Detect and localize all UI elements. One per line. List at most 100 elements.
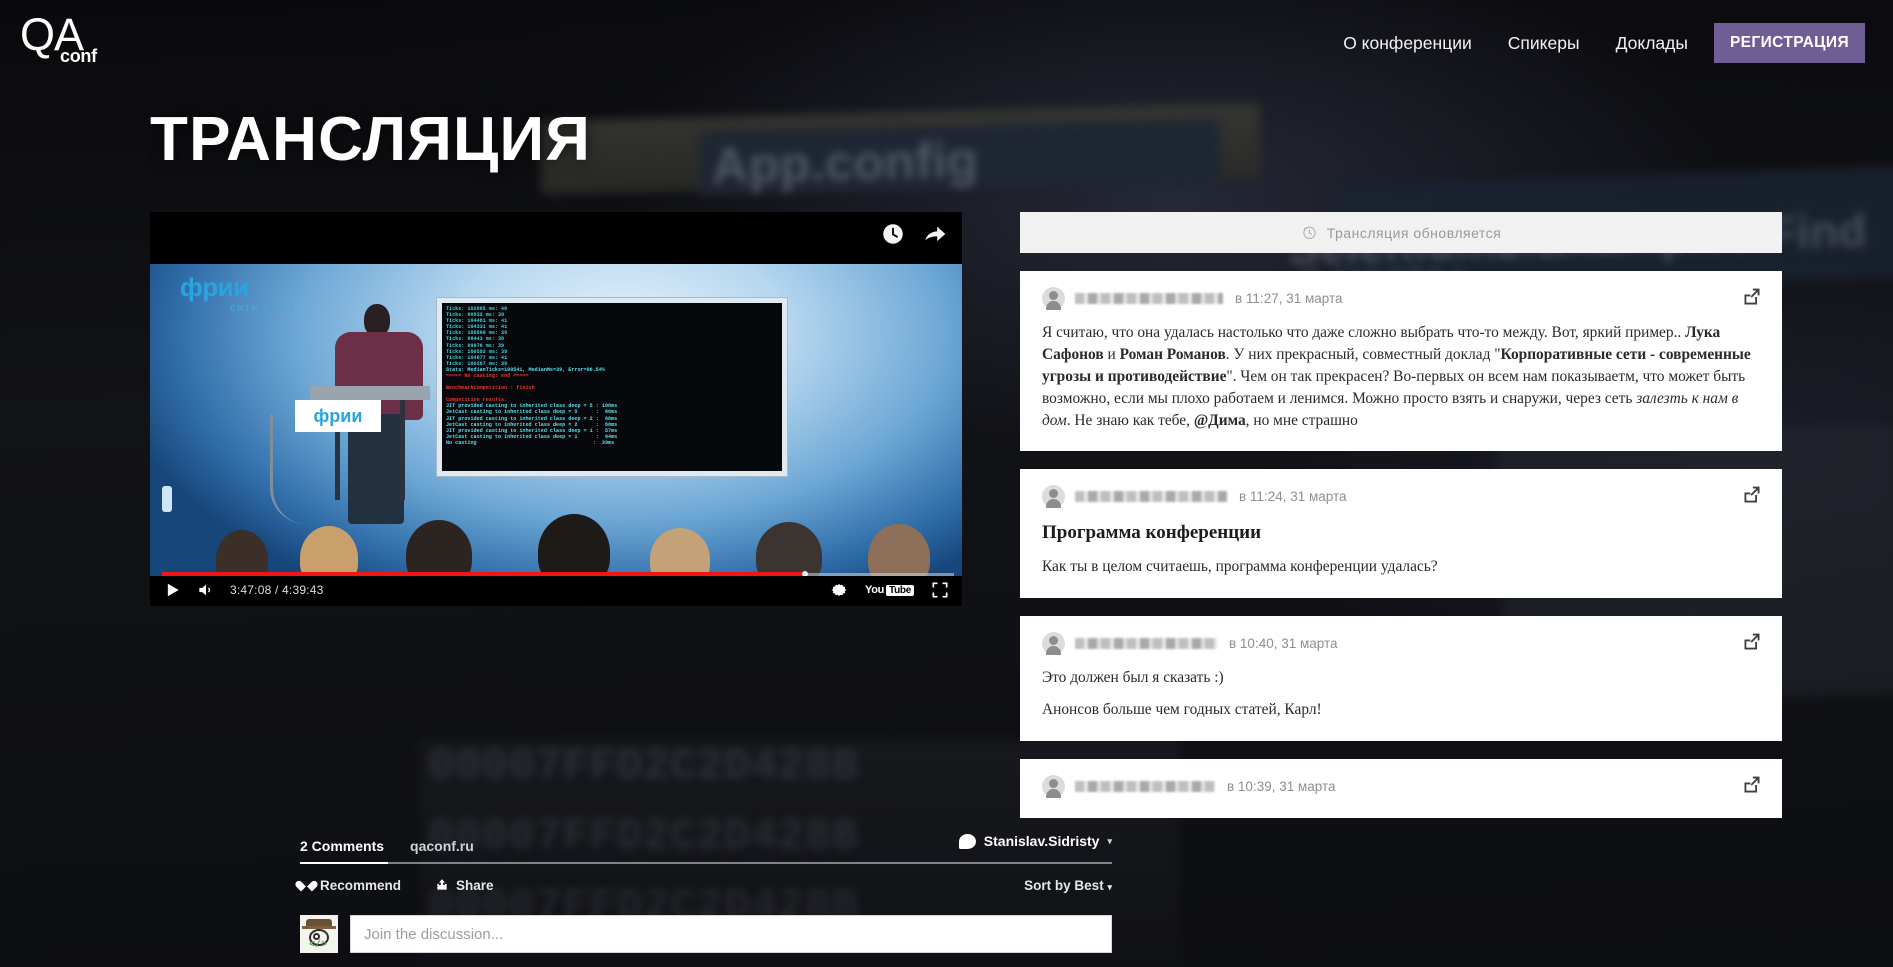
fullscreen-icon[interactable] xyxy=(930,580,950,600)
comment-compose-row: </> Join the discussion... xyxy=(300,915,1112,953)
audience xyxy=(150,498,962,576)
audience-head xyxy=(756,522,822,576)
feed-post: в 10:40, 31 марта Это должен был я сказат… xyxy=(1020,616,1782,741)
share-icon[interactable] xyxy=(1742,632,1762,652)
post-header: в 11:27, 31 марта xyxy=(1042,287,1760,310)
nav-item-speakers[interactable]: Спикеры xyxy=(1490,26,1598,61)
avatar xyxy=(1042,485,1065,509)
youtube-tube: Tube xyxy=(886,584,914,596)
feed-status-label: Трансляция обновляется xyxy=(1326,224,1502,241)
gear-icon[interactable] xyxy=(829,580,849,600)
audience-head xyxy=(216,530,268,576)
streaming-page: App.config Selenium2.Example5.Find s.vec… xyxy=(0,0,1893,967)
post-timestamp: в 10:39, 31 марта xyxy=(1227,779,1336,794)
podium-sign: фрии xyxy=(295,400,381,432)
audience-head xyxy=(406,520,472,576)
audience-head xyxy=(300,526,358,576)
podium-laptop xyxy=(310,386,430,400)
post-title: Программа конференции xyxy=(1042,522,1262,544)
author-name-redacted xyxy=(1075,781,1215,792)
share-icon[interactable] xyxy=(1742,287,1762,307)
post-timestamp: в 11:27, 31 марта xyxy=(1235,291,1343,306)
disqus-header: 2 Comments qaconf.ru Stanislav.Sidristy … xyxy=(300,830,1112,864)
recommend-label: Recommend xyxy=(320,877,402,893)
recommend-button[interactable]: Recommend xyxy=(300,878,401,893)
top-navigation-bar: QA conf О конференции Спикеры Доклады РЕ… xyxy=(0,0,1893,82)
disqus-action-row: Recommend Share Sort by Best ▾ xyxy=(300,867,1112,903)
sort-dropdown[interactable]: Sort by Best ▾ xyxy=(1024,878,1112,893)
user-bubble-icon xyxy=(958,833,976,849)
projected-screen: Ticks: 102885 ms: 40 Ticks: 98932 ms: 39… xyxy=(436,297,788,477)
clock-icon[interactable] xyxy=(880,221,906,247)
live-feed-column: Трансляция обновляется в 11:27, 31 марта… xyxy=(1020,212,1782,818)
avatar-eye xyxy=(313,933,320,940)
terminal-window: Ticks: 102885 ms: 40 Ticks: 98932 ms: 39… xyxy=(442,303,782,471)
avatar xyxy=(1042,775,1065,798)
video-scene: фрии сити холл фрии Ticks: 102885 ms: 40… xyxy=(150,264,962,576)
video-column: фрии сити холл фрии Ticks: 102885 ms: 40… xyxy=(150,212,1112,953)
share-icon xyxy=(437,879,447,890)
disqus-comments-section: 2 Comments qaconf.ru Stanislav.Sidristy … xyxy=(300,830,1112,967)
disqus-username: Stanislav.Sidristy xyxy=(983,833,1100,849)
player-top-icons xyxy=(880,221,948,247)
chevron-down-icon: ▾ xyxy=(1107,835,1112,846)
share-icon[interactable] xyxy=(922,221,948,247)
chevron-down-icon: ▾ xyxy=(1107,881,1112,892)
comment-input[interactable]: Join the discussion... xyxy=(350,915,1112,953)
post-header: в 10:39, 31 марта xyxy=(1042,775,1760,798)
avatar-code-badge: </> xyxy=(309,940,328,951)
feed-post: в 10:39, 31 марта xyxy=(1020,759,1782,818)
page-title: ТРАНСЛЯЦИЯ xyxy=(150,105,592,174)
avatar xyxy=(1042,287,1065,310)
video-controls: 3:47:08 / 4:39:43 You Tube xyxy=(150,576,962,606)
share-button[interactable]: Share xyxy=(435,878,494,893)
post-timestamp: в 10:40, 31 марта xyxy=(1229,636,1338,652)
disqus-site-name[interactable]: qaconf.ru xyxy=(410,838,474,854)
feed-post: в 11:27, 31 марта Я считаю, что она удала… xyxy=(1020,271,1782,452)
author-name-redacted xyxy=(1075,638,1217,650)
controls-right: You Tube xyxy=(829,580,950,600)
venue-logo: фрии xyxy=(180,272,249,302)
avatar xyxy=(1042,632,1065,656)
refresh-clock-icon xyxy=(1303,226,1316,240)
disqus-current-user[interactable]: Stanislav.Sidristy ▾ xyxy=(958,833,1112,849)
avatar: </> xyxy=(300,915,338,953)
share-icon[interactable] xyxy=(1742,775,1762,795)
registration-button[interactable]: РЕГИСТРАЦИЯ xyxy=(1713,23,1865,63)
post-header: в 11:24, 31 марта xyxy=(1042,485,1760,509)
audience-head xyxy=(650,528,710,576)
video-player[interactable]: фрии сити холл фрии Ticks: 102885 ms: 40… xyxy=(150,212,962,606)
play-icon[interactable] xyxy=(162,580,182,600)
logo-text-conf: conf xyxy=(60,46,97,66)
site-logo[interactable]: QA conf xyxy=(20,12,120,75)
nav-item-talks[interactable]: Доклады xyxy=(1598,26,1706,61)
terminal-ticks: Ticks: 102885 ms: 40 Ticks: 98932 ms: 39… xyxy=(446,306,508,367)
nav-links: О конференции Спикеры Доклады РЕГИСТРАЦИ… xyxy=(1325,23,1893,63)
disqus-comment-count: 2 Comments xyxy=(300,838,385,854)
video-time-display: 3:47:08 / 4:39:43 xyxy=(230,583,324,597)
post-paragraph: Анонсов больше чем годных статей, Карл! xyxy=(1042,701,1322,719)
post-header: в 10:40, 31 марта xyxy=(1042,632,1760,656)
share-label: Share xyxy=(456,877,494,893)
post-paragraph: Я считаю, что она удалась настолько что … xyxy=(1042,324,1751,429)
author-name-redacted xyxy=(1075,293,1223,304)
volume-icon[interactable] xyxy=(196,580,216,600)
post-paragraph: Как ты в целом считаешь, программа конфе… xyxy=(1042,558,1438,576)
heart-icon xyxy=(300,879,313,891)
controls-left: 3:47:08 / 4:39:43 xyxy=(162,580,323,600)
feed-status-banner[interactable]: Трансляция обновляется xyxy=(1020,212,1782,253)
audience-head xyxy=(868,524,930,576)
share-icon[interactable] xyxy=(1742,485,1762,505)
author-name-redacted xyxy=(1075,491,1227,503)
audience-head xyxy=(538,514,610,576)
youtube-you: You xyxy=(864,584,885,596)
post-timestamp: в 11:24, 31 марта xyxy=(1239,489,1347,505)
nav-item-about[interactable]: О конференции xyxy=(1325,26,1490,61)
post-paragraph: Это должен был я сказать :) xyxy=(1042,669,1224,687)
feed-post-list: в 11:27, 31 марта Я считаю, что она удала… xyxy=(1020,271,1782,818)
feed-post: в 11:24, 31 марта Программа конференции Ка… xyxy=(1020,469,1782,599)
terminal-results: JIT provided casting to inherited class … xyxy=(446,403,618,446)
youtube-logo[interactable]: You Tube xyxy=(865,584,914,596)
sort-label: Sort by Best xyxy=(1024,877,1104,893)
player-top-gradient xyxy=(150,212,962,264)
